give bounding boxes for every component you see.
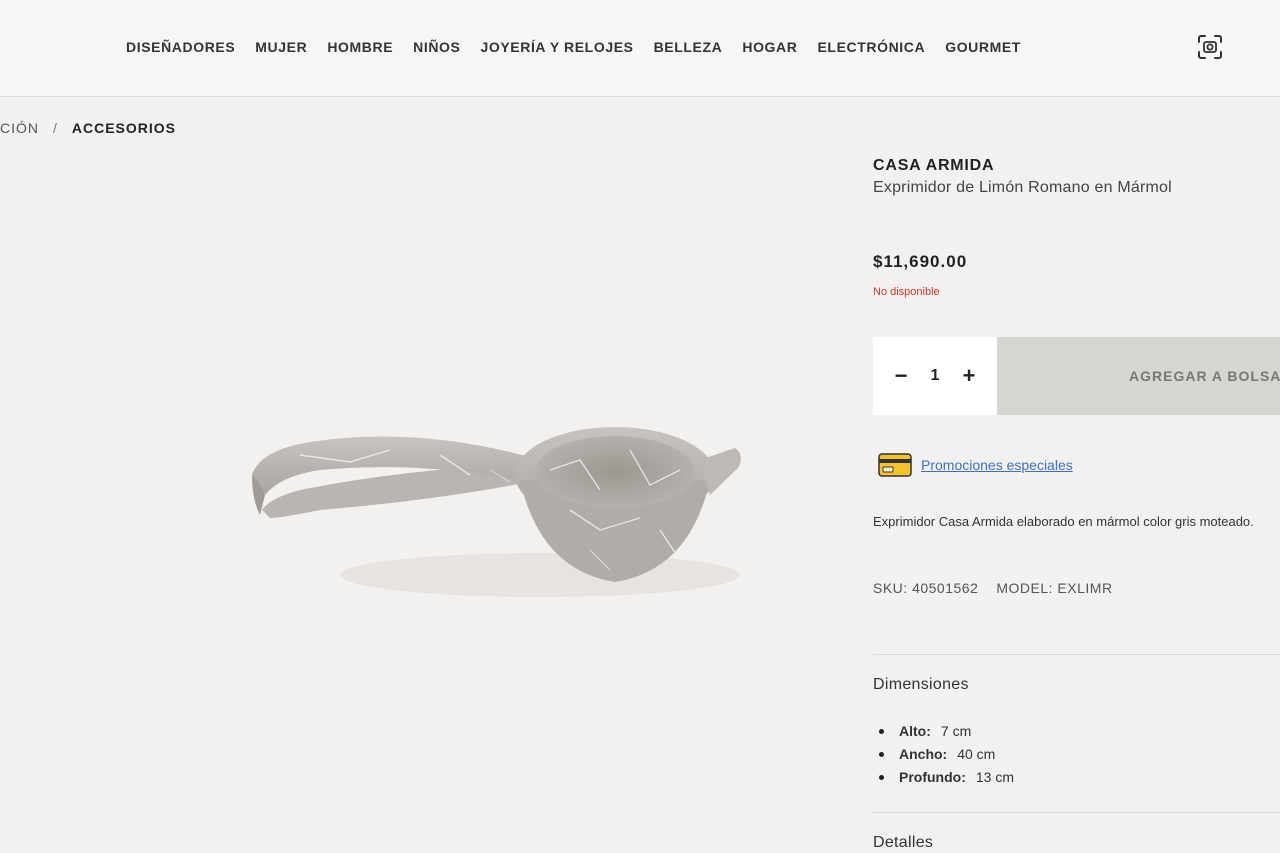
- dimension-label: Ancho:: [899, 746, 948, 762]
- dimensions-list: Alto: 7 cm Ancho: 40 cm Profundo: 13 cm: [879, 720, 1014, 789]
- availability-status: No disponible: [873, 286, 940, 298]
- divider: [873, 654, 1280, 655]
- quantity-stepper: − 1 +: [873, 337, 997, 415]
- divider: [873, 812, 1280, 813]
- dimension-profundo: Profundo: 13 cm: [879, 766, 1014, 789]
- dimension-label: Profundo:: [899, 769, 966, 785]
- nav-item-hombre[interactable]: HOMBRE: [327, 39, 393, 55]
- nav-item-mujer[interactable]: MUJER: [255, 39, 307, 55]
- details-section-toggle[interactable]: Detalles: [873, 834, 933, 852]
- product-name: Exprimidor de Limón Romano en Mármol: [873, 179, 1172, 196]
- nav-item-disenadores[interactable]: DISEÑADORES: [126, 39, 235, 55]
- increase-quantity-button[interactable]: +: [963, 363, 976, 389]
- nav-item-joyeria-y-relojes[interactable]: JOYERÍA Y RELOJES: [480, 39, 633, 55]
- nav-item-hogar[interactable]: HOGAR: [742, 39, 797, 55]
- sku-text: SKU: 40501562: [873, 580, 979, 596]
- promotions: Promociones especiales: [877, 450, 1073, 480]
- dimension-ancho: Ancho: 40 cm: [879, 743, 1014, 766]
- dimension-label: Alto:: [899, 723, 931, 739]
- dimensions-title: Dimensiones: [873, 676, 969, 693]
- breadcrumb-current: ACCESORIOS: [71, 120, 177, 136]
- model-text: MODEL: EXLIMR: [996, 580, 1113, 596]
- dimension-value: 7 cm: [940, 723, 972, 739]
- dimension-value: 13 cm: [975, 769, 1014, 785]
- product-description: Exprimidor Casa Armida elaborado en márm…: [873, 514, 1254, 529]
- dimension-value: 40 cm: [957, 746, 996, 762]
- product-brand[interactable]: CASA ARMIDA: [873, 157, 994, 175]
- nav-item-ninos[interactable]: NIÑOS: [413, 39, 460, 55]
- breadcrumb-parent[interactable]: CIÓN: [0, 120, 39, 136]
- product-info: CASA ARMIDA Exprimidor de Limón Romano e…: [873, 0, 1280, 853]
- add-to-bag-button[interactable]: AGREGAR A BOLSA: [997, 337, 1280, 415]
- product-price: $11,690.00: [873, 252, 968, 271]
- quantity-value: 1: [930, 367, 940, 384]
- nav-item-belleza[interactable]: BELLEZA: [654, 39, 723, 55]
- breadcrumb: CIÓN / ACCESORIOS: [0, 120, 176, 136]
- product-image: [252, 427, 741, 597]
- special-promotions-link[interactable]: Promociones especiales: [921, 457, 1073, 473]
- breadcrumb-separator: /: [53, 120, 58, 136]
- product-codes: SKU: 40501562 MODEL: EXLIMR: [873, 580, 1113, 596]
- dimension-alto: Alto: 7 cm: [879, 720, 1014, 743]
- credit-card-icon: [878, 453, 912, 477]
- decrease-quantity-button[interactable]: −: [895, 363, 908, 389]
